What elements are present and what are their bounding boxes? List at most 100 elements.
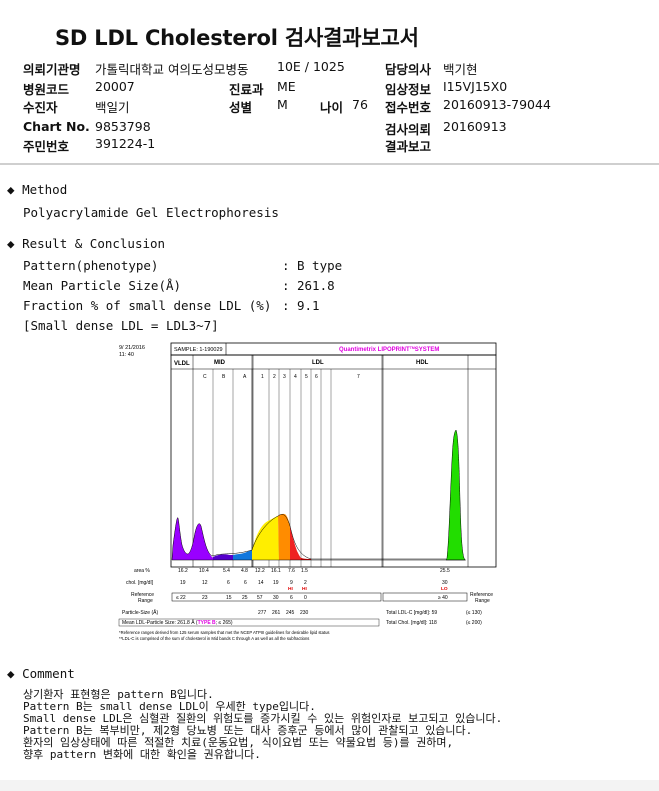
dept-value: ME bbox=[277, 79, 296, 94]
svg-text:A: A bbox=[243, 374, 247, 380]
svg-text:19: 19 bbox=[273, 580, 279, 586]
method-text: Polyacrylamide Gel Electrophoresis bbox=[23, 205, 279, 220]
footnote-2: **LDL-C is comprised of the sum of chole… bbox=[119, 636, 309, 641]
comment-heading-text: Comment bbox=[22, 666, 75, 681]
svg-text:4: 4 bbox=[294, 374, 297, 380]
total-chol: Total Chol. [mg/dl]: 118 bbox=[386, 620, 437, 626]
size-colon: : bbox=[282, 278, 290, 293]
pattern-label: Pattern(phenotype) bbox=[23, 258, 159, 273]
size-label: Mean Particle Size(Å) bbox=[23, 278, 182, 293]
svg-text:14: 14 bbox=[258, 580, 264, 586]
request-value: 20160913 bbox=[443, 119, 507, 134]
chart-no-value: 9853798 bbox=[95, 119, 151, 134]
chol-row: chol. [mg/dl] 19 12 6 6 14 19 9 2 30 bbox=[126, 580, 448, 586]
svg-text:7: 7 bbox=[357, 374, 360, 380]
area-label: area % bbox=[134, 568, 150, 574]
region-ldl: LDL bbox=[312, 360, 324, 366]
svg-text:0: 0 bbox=[304, 595, 307, 601]
svg-text:277: 277 bbox=[258, 610, 267, 616]
print-date: 9/ 21/2016 bbox=[119, 345, 145, 351]
flag-row: HI HI LO bbox=[288, 586, 448, 592]
svg-text:30: 30 bbox=[442, 580, 448, 586]
svg-text:25.5: 25.5 bbox=[440, 568, 450, 574]
svg-text:B: B bbox=[222, 374, 226, 380]
svg-text:6: 6 bbox=[290, 595, 293, 601]
svg-text:15: 15 bbox=[226, 595, 232, 601]
hdl-peak bbox=[445, 429, 466, 561]
svg-text:C: C bbox=[203, 374, 207, 380]
report-page: SD LDL Cholesterol 검사결과보고서 의뢰기관명 가톨릭대학교 … bbox=[0, 0, 659, 780]
region-vldl: VLDL bbox=[174, 361, 190, 367]
svg-text:≥ 40: ≥ 40 bbox=[438, 595, 448, 601]
result-heading-text: Result & Conclusion bbox=[22, 236, 166, 251]
svg-text:12: 12 bbox=[202, 580, 208, 586]
doctor-value: 백기현 bbox=[443, 62, 478, 77]
svg-text:12.2: 12.2 bbox=[255, 568, 265, 574]
region-mid: MID bbox=[214, 360, 226, 366]
comment-line: 향후 pattern 변화에 대한 확인을 권유합니다. bbox=[23, 748, 261, 761]
diamond-bullet-icon: ◆ bbox=[7, 182, 15, 197]
diamond-bullet-icon: ◆ bbox=[7, 236, 15, 251]
chart-no-label: Chart No. bbox=[23, 119, 90, 134]
svg-text:6: 6 bbox=[244, 580, 247, 586]
ref-label-right-2: Range bbox=[475, 598, 490, 604]
receipt-label: 접수번호 bbox=[385, 100, 432, 115]
svg-text:HI: HI bbox=[302, 586, 307, 592]
svg-text:19: 19 bbox=[180, 580, 186, 586]
rrn-value: 391224-1 bbox=[95, 136, 156, 151]
ldl1-band bbox=[252, 516, 279, 560]
total-ldl: Total LDL-C [mg/dl]: 59 bbox=[386, 610, 437, 616]
svg-text:6: 6 bbox=[227, 580, 230, 586]
svg-text:230: 230 bbox=[300, 610, 309, 616]
chol-label: chol. [mg/dl] bbox=[126, 580, 154, 586]
svg-text:2: 2 bbox=[273, 374, 276, 380]
institution-label: 의뢰기관명 bbox=[23, 62, 81, 77]
svg-text:HI: HI bbox=[288, 586, 293, 592]
clinical-label: 임상정보 bbox=[385, 82, 432, 97]
svg-text:25: 25 bbox=[242, 595, 248, 601]
hospital-code-label: 병원코드 bbox=[23, 82, 70, 97]
svg-text:9: 9 bbox=[290, 580, 293, 586]
fraction-colon: : bbox=[282, 298, 290, 313]
band-dividers bbox=[192, 355, 469, 567]
svg-text:261: 261 bbox=[272, 610, 281, 616]
vldl-peak bbox=[172, 517, 213, 560]
svg-text:7.6: 7.6 bbox=[288, 568, 295, 574]
svg-text:16.1: 16.1 bbox=[271, 568, 281, 574]
mean-size-line: Mean LDL-Particle Size: 261.8 Å (TYPE B;… bbox=[122, 619, 233, 626]
svg-text:23: 23 bbox=[202, 595, 208, 601]
hospital-code-value: 20007 bbox=[95, 79, 135, 94]
patient-value: 백일기 bbox=[95, 100, 130, 115]
subfraction-labels: C B A 1 2 3 4 5 6 7 bbox=[203, 374, 360, 380]
svg-text:6: 6 bbox=[315, 374, 318, 380]
lipoprint-brand: Quantimetrix LIPOPRINTTMSYSTEM bbox=[339, 346, 439, 353]
sex-label: 성별 bbox=[229, 100, 253, 115]
sdldl-note: [Small dense LDL = LDL3~7] bbox=[23, 318, 219, 333]
svg-text:245: 245 bbox=[286, 610, 295, 616]
method-heading: ◆ Method bbox=[7, 182, 67, 197]
svg-text:10.4: 10.4 bbox=[199, 568, 209, 574]
size-value: 261.8 bbox=[297, 278, 335, 293]
dept-label: 진료과 bbox=[229, 82, 264, 97]
particle-size-row: Particle-Size (Å) 277 261 245 230 Mean L… bbox=[118, 609, 482, 627]
result-heading: ◆ Result & Conclusion bbox=[7, 236, 165, 251]
svg-text:2: 2 bbox=[304, 580, 307, 586]
svg-text:30: 30 bbox=[273, 595, 279, 601]
pattern-value: B type bbox=[297, 258, 343, 273]
institution-value: 가톨릭대학교 여의도성모병동 bbox=[95, 62, 249, 77]
region-hdl: HDL bbox=[416, 360, 429, 366]
chart-frame bbox=[170, 354, 497, 568]
comment-heading: ◆ Comment bbox=[7, 666, 75, 681]
svg-text:4.8: 4.8 bbox=[241, 568, 248, 574]
doctor-label: 담당의사 bbox=[385, 62, 432, 77]
clinical-value: I15VJ15X0 bbox=[443, 79, 508, 94]
header-divider bbox=[0, 163, 659, 165]
svg-text:5.4: 5.4 bbox=[223, 568, 230, 574]
svg-text:1.5: 1.5 bbox=[301, 568, 308, 574]
mid-b-band bbox=[233, 550, 252, 560]
ref-label-left-2: Range bbox=[138, 598, 153, 604]
patient-label: 수진자 bbox=[23, 100, 58, 115]
lipoprint-report: 9/ 21/2016 11: 40 SAMPLE: 1-190029 Quant… bbox=[116, 340, 498, 644]
svg-text:16.2: 16.2 bbox=[178, 568, 188, 574]
particle-size-label: Particle-Size (Å) bbox=[122, 609, 158, 616]
